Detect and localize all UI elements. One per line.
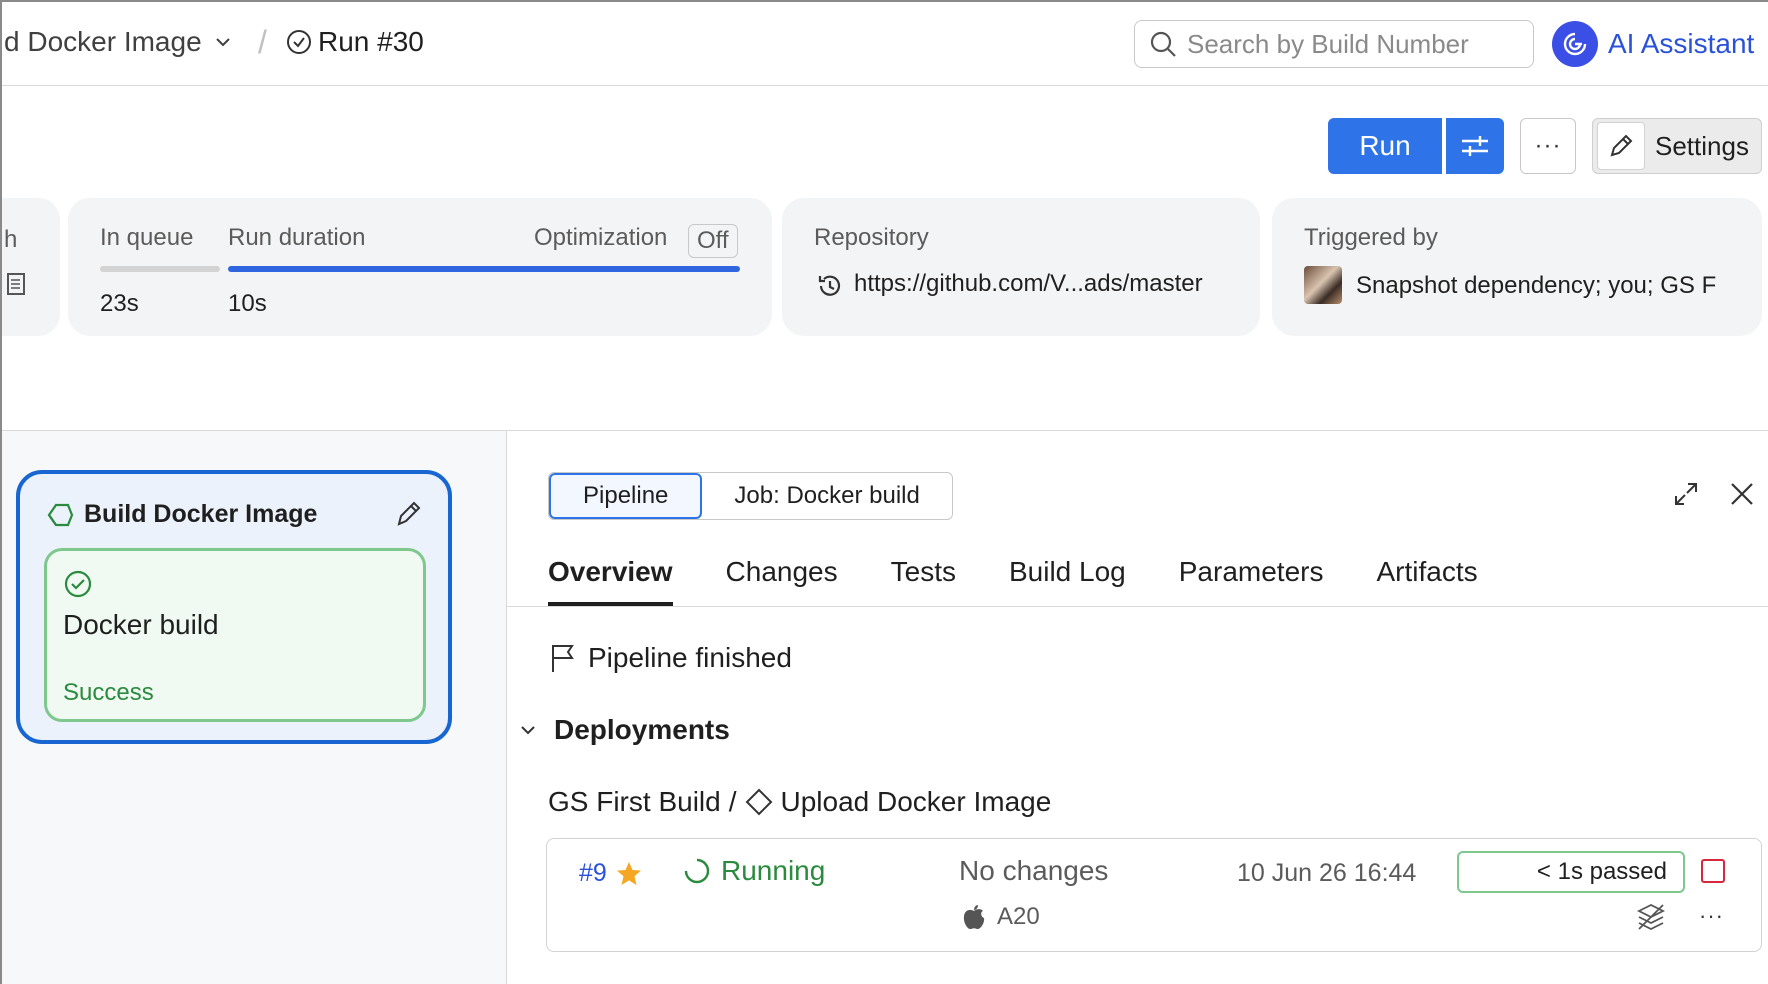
- build-date: 10 Jun 26 16:44: [1237, 859, 1417, 887]
- stage-title: Build Docker Image: [46, 500, 317, 529]
- run-options-button[interactable]: [1446, 118, 1504, 174]
- build-changes[interactable]: No changes: [959, 855, 1108, 887]
- build-more-button[interactable]: ···: [1699, 903, 1724, 929]
- pencil-icon: [1597, 122, 1645, 170]
- settings-button[interactable]: Settings: [1592, 118, 1762, 174]
- build-number-label: #9: [579, 859, 607, 887]
- star-icon[interactable]: [615, 860, 643, 888]
- edit-icon[interactable]: [394, 498, 424, 528]
- segment-job[interactable]: Job: Docker build: [702, 473, 951, 519]
- expand-icon[interactable]: [1672, 480, 1700, 508]
- breadcrumb-build-config-label: d Docker Image: [4, 26, 202, 57]
- view-switcher: Pipeline Job: Docker build: [548, 472, 953, 520]
- pipeline-stage-node[interactable]: Build Docker Image Docker build Success: [16, 470, 452, 744]
- flag-icon: [552, 645, 574, 672]
- run-button[interactable]: Run: [1328, 118, 1442, 174]
- apple-icon: [963, 905, 985, 930]
- deployments-toggle[interactable]: Deployments: [518, 714, 730, 746]
- search-input[interactable]: Search by Build Number: [1134, 20, 1534, 68]
- optimization-label: Optimization: [534, 224, 668, 251]
- tabs-underline: [506, 606, 1768, 607]
- settings-label: Settings: [1655, 130, 1749, 161]
- pipeline-status: Pipeline finished: [548, 642, 792, 674]
- in-queue-bar: [100, 266, 220, 272]
- run-duration-label: Run duration: [228, 224, 366, 251]
- triggered-by-card: Triggered by Snapshot dependency; you; G…: [1272, 198, 1762, 336]
- branch-card-label: h: [4, 226, 18, 253]
- triggered-by-value: Snapshot dependency; you; GS F: [1356, 272, 1717, 299]
- ai-assistant-button[interactable]: AI Assistant: [1552, 20, 1754, 68]
- deployment-path: GS First Build / Upload Docker Image: [548, 786, 1051, 818]
- tab-tests[interactable]: Tests: [891, 556, 956, 606]
- stage-title-label: Build Docker Image: [84, 500, 318, 528]
- close-icon[interactable]: [1728, 480, 1756, 508]
- optimization-badge[interactable]: Off: [688, 224, 738, 258]
- branch-card: h: [2, 198, 60, 336]
- sliders-icon: [1462, 136, 1488, 156]
- tab-changes[interactable]: Changes: [726, 556, 838, 606]
- segment-pipeline[interactable]: Pipeline: [549, 473, 703, 519]
- top-header: d Docker Image / Run #30 Search by Build…: [2, 2, 1768, 86]
- triggered-by-label: Triggered by: [1304, 224, 1438, 251]
- build-status-label: Running: [721, 855, 826, 886]
- run-duration-bar: [228, 266, 740, 272]
- build-progress: < 1s passed: [1457, 851, 1685, 893]
- breadcrumb-build-config[interactable]: d Docker Image: [4, 26, 234, 58]
- in-queue-value: 23s: [100, 290, 139, 317]
- deployment-path-separator: /: [728, 786, 737, 817]
- build-row[interactable]: #9 Running No changes A20 10 Jun 26 16:4…: [546, 838, 1762, 952]
- tab-build-log[interactable]: Build Log: [1009, 556, 1126, 606]
- check-circle-icon: [287, 30, 311, 54]
- layers-icon[interactable]: [1635, 901, 1667, 933]
- job-status: Success: [63, 679, 154, 706]
- spinner-icon: [684, 858, 710, 884]
- deployment-config-link[interactable]: Upload Docker Image: [780, 786, 1051, 818]
- chevron-down-icon: [521, 726, 535, 735]
- in-queue-label: In queue: [100, 224, 194, 251]
- avatar: [1304, 266, 1342, 304]
- pane-divider[interactable]: [506, 431, 507, 984]
- tab-artifacts[interactable]: Artifacts: [1376, 556, 1477, 606]
- timing-card: In queue 23s Run duration 10s Optimizati…: [68, 198, 772, 336]
- deployment-diamond-icon: [746, 788, 773, 816]
- deployment-project-link[interactable]: GS First Build: [548, 786, 721, 818]
- pipeline-status-label: Pipeline finished: [588, 642, 792, 673]
- breadcrumb-separator: /: [258, 24, 267, 60]
- search-placeholder: Search by Build Number: [1187, 28, 1469, 59]
- build-status: Running: [683, 855, 825, 887]
- job-name: Docker build: [63, 609, 219, 640]
- ai-assistant-label: AI Assistant: [1608, 28, 1755, 59]
- run-duration-value: 10s: [228, 290, 267, 317]
- stop-build-button[interactable]: [1701, 859, 1725, 883]
- build-agent-label: A20: [997, 903, 1040, 930]
- tab-parameters[interactable]: Parameters: [1179, 556, 1324, 606]
- job-card[interactable]: Docker build Success: [44, 548, 426, 722]
- history-icon: [818, 275, 841, 296]
- build-agent[interactable]: A20: [961, 903, 1040, 931]
- repository-label: Repository: [814, 224, 929, 251]
- search-icon: [1150, 31, 1176, 57]
- details-tabs: Overview Changes Tests Build Log Paramet…: [548, 556, 1531, 606]
- repository-card: Repository https://github.com/V...ads/ma…: [782, 198, 1260, 336]
- ai-assistant-logo-icon: [1552, 21, 1598, 67]
- app-window: d Docker Image / Run #30 Search by Build…: [0, 0, 1768, 984]
- build-number[interactable]: #9: [579, 859, 643, 888]
- repository-link[interactable]: https://github.com/V...ads/master: [854, 270, 1203, 298]
- breadcrumb-run[interactable]: Run #30: [286, 26, 424, 58]
- deployments-label: Deployments: [554, 714, 730, 745]
- more-actions-button[interactable]: ···: [1520, 118, 1576, 174]
- tab-overview[interactable]: Overview: [548, 556, 673, 606]
- deployment-diamond-icon: [47, 503, 74, 526]
- copy-icon[interactable]: [2, 270, 28, 300]
- breadcrumb-run-label: Run #30: [318, 26, 424, 57]
- chevron-down-icon: [215, 38, 230, 47]
- success-check-icon: [64, 570, 92, 598]
